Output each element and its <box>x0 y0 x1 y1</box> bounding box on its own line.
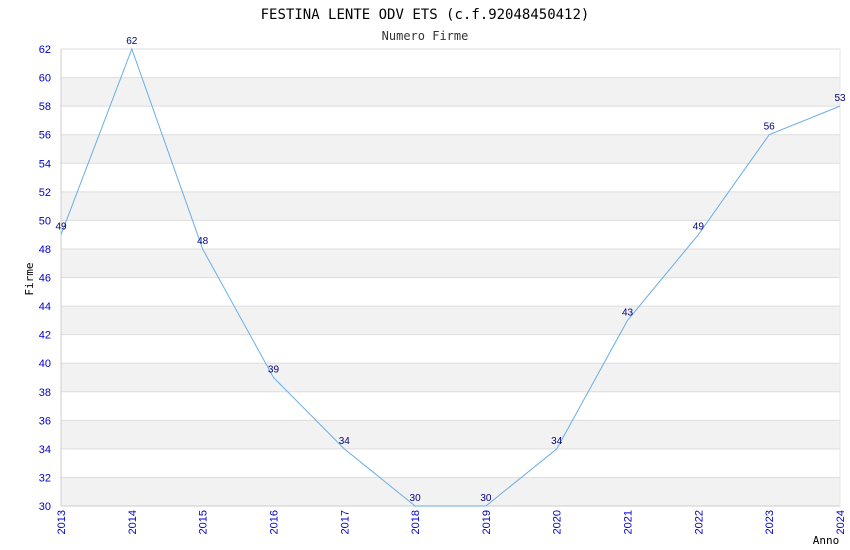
data-label: 30 <box>480 493 492 504</box>
x-tick-label: 2022 <box>693 510 705 534</box>
grid-band <box>61 363 840 392</box>
grid-band <box>61 248 840 278</box>
grid-band <box>61 191 840 221</box>
y-axis-title: Firme <box>23 262 36 295</box>
data-label: 53 <box>834 93 846 104</box>
y-tick-label: 46 <box>39 273 51 285</box>
y-tick-label: 58 <box>39 101 51 113</box>
grid-band <box>61 220 840 249</box>
grid-band <box>61 391 840 421</box>
x-tick-label: 2016 <box>268 510 280 534</box>
grid-band <box>61 448 840 478</box>
x-tick-label: 2015 <box>198 510 210 534</box>
x-tick-label: 2018 <box>410 510 422 534</box>
y-tick-label: 52 <box>39 187 51 199</box>
y-tick-label: 42 <box>39 330 51 342</box>
x-tick-label: 2013 <box>56 510 68 534</box>
x-tick-label: 2024 <box>835 510 847 534</box>
x-tick-label: 2021 <box>623 510 635 534</box>
y-tick-label: 40 <box>39 358 51 370</box>
data-label: 56 <box>764 122 776 133</box>
y-tick-label: 50 <box>39 215 51 227</box>
y-tick-label: 48 <box>39 244 51 256</box>
y-tick-label: 62 <box>39 44 51 56</box>
grid-band <box>61 420 840 449</box>
y-tick-label: 32 <box>39 472 51 484</box>
x-tick-label: 2019 <box>481 510 493 534</box>
x-axis-title: Anno <box>813 534 840 547</box>
data-label: 49 <box>693 222 705 233</box>
chart-subtitle: Numero Firme <box>382 29 469 43</box>
data-label: 34 <box>551 436 563 447</box>
y-tick-label: 30 <box>39 501 51 513</box>
grid-band <box>61 77 840 107</box>
grid-band <box>61 49 840 78</box>
y-tick-label: 44 <box>39 301 51 313</box>
data-label: 34 <box>339 436 351 447</box>
grid-band <box>61 277 840 307</box>
y-tick-labels: 30 32 34 36 38 40 42 44 46 48 50 52 54 56 58 60 62 <box>39 44 51 513</box>
chart-title: FESTINA LENTE ODV ETS (c.f.92048450412) <box>261 7 590 23</box>
line-chart: FESTINA LENTE ODV ETS (c.f.92048450412) … <box>23 7 847 547</box>
data-label: 39 <box>268 364 280 375</box>
x-tick-label: 2023 <box>764 510 776 534</box>
y-tick-label: 36 <box>39 415 51 427</box>
data-label: 48 <box>197 236 209 247</box>
y-tick-label: 38 <box>39 387 51 399</box>
y-tick-label: 60 <box>39 73 51 85</box>
x-tick-labels: 2013 2014 2015 2016 2017 2018 2019 2020 2021 2022… <box>56 510 847 534</box>
data-label: 49 <box>55 222 67 233</box>
x-tick-label: 2014 <box>127 510 139 534</box>
y-tick-label: 34 <box>39 444 51 456</box>
x-tick-label: 2017 <box>339 510 351 534</box>
grid-band <box>61 334 840 364</box>
grid-band <box>61 477 840 506</box>
x-tick-label: 2020 <box>552 510 564 534</box>
data-label: 43 <box>622 307 634 318</box>
data-label: 62 <box>126 36 138 47</box>
grid-band <box>61 106 840 135</box>
data-label: 30 <box>410 493 422 504</box>
grid-band <box>61 134 840 164</box>
y-tick-label: 54 <box>39 158 51 170</box>
y-tick-label: 56 <box>39 130 51 142</box>
grid-band <box>61 306 840 335</box>
